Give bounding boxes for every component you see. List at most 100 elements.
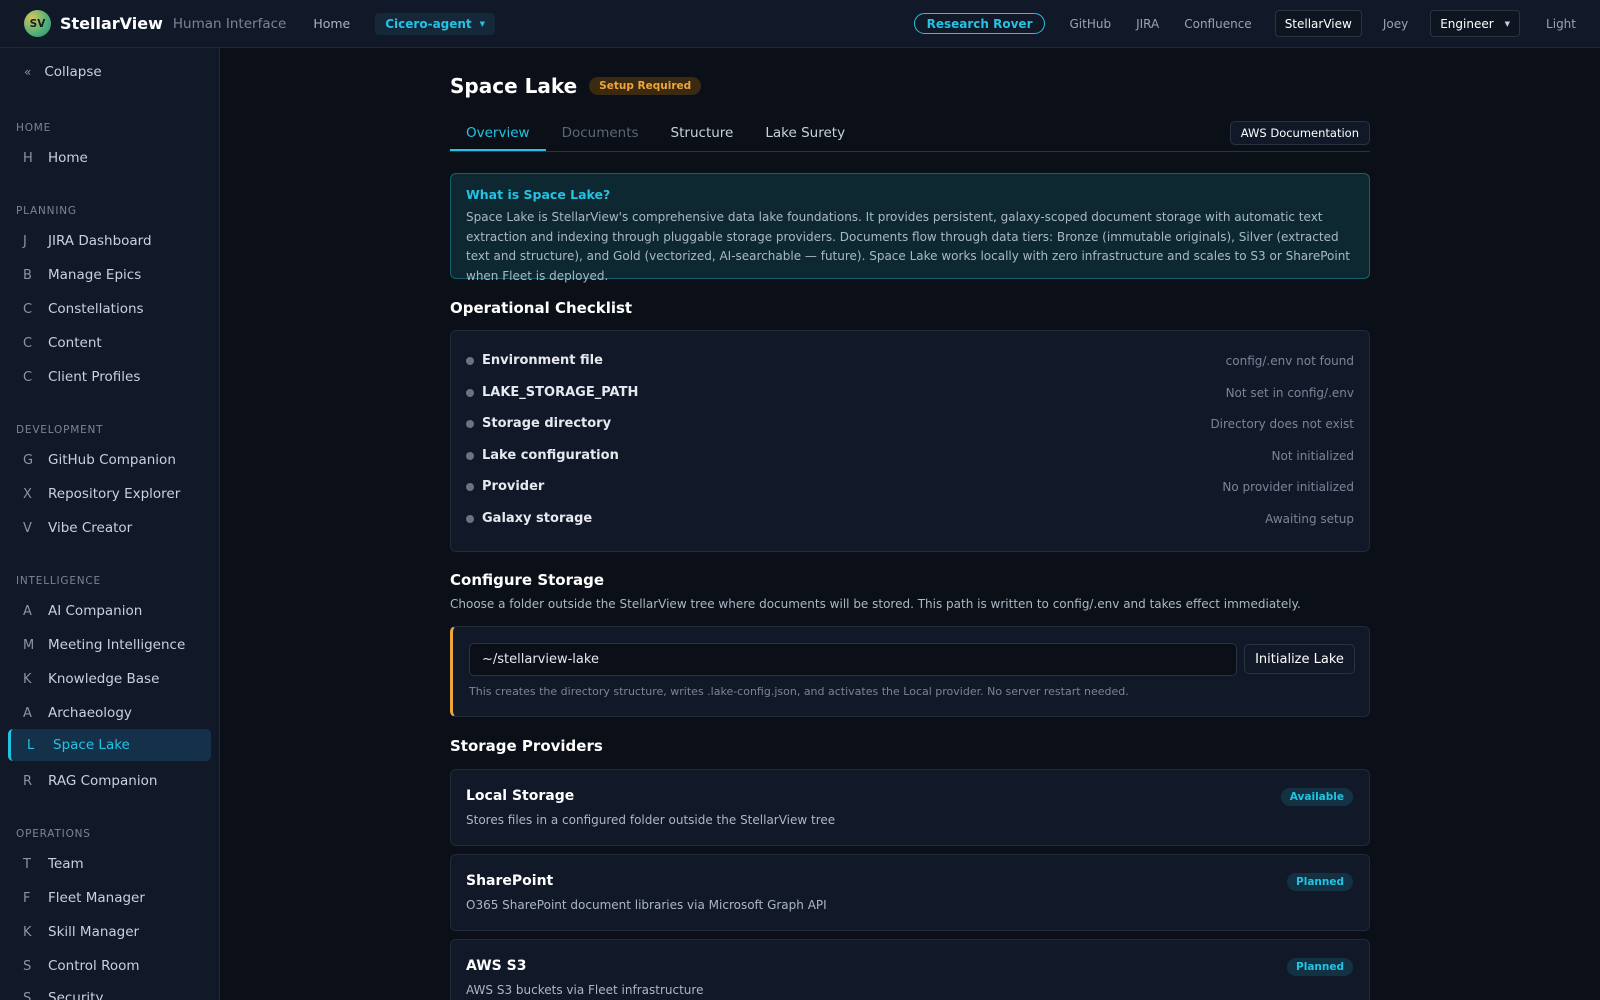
sidebar-item-label: Fleet Manager: [48, 890, 145, 906]
sidebar-item-letter: K: [23, 671, 32, 687]
checklist-label: Storage directory: [482, 416, 612, 431]
checklist-title: Operational Checklist: [450, 299, 633, 317]
confluence-link[interactable]: Confluence: [1184, 17, 1251, 31]
sidebar-item-letter: A: [23, 603, 32, 619]
sidebar-item-label: Home: [48, 150, 88, 166]
sidebar-item-letter: L: [27, 737, 35, 753]
sidebar-item-security[interactable]: S Security: [8, 982, 211, 1000]
sidebar-item-label: Meeting Intelligence: [48, 637, 186, 653]
section-planning-heading: PLANNING: [16, 205, 77, 217]
tab-lake-surety[interactable]: Lake Surety: [749, 125, 861, 151]
sidebar-item-content[interactable]: C Content: [8, 327, 211, 359]
collapse-button[interactable]: « Collapse: [24, 64, 102, 80]
sidebar-item-letter: G: [23, 452, 34, 468]
sidebar-item-label: Client Profiles: [48, 369, 141, 385]
configure-storage-title: Configure Storage: [450, 571, 605, 589]
initialize-lake-button[interactable]: Initialize Lake: [1244, 644, 1355, 674]
sidebar-item-label: JIRA Dashboard: [48, 233, 152, 249]
storage-path-input[interactable]: [469, 643, 1237, 676]
sidebar-item-letter: C: [23, 369, 33, 385]
sidebar-item-letter: C: [23, 301, 33, 317]
checklist-row: Storage directory Directory does not exi…: [466, 416, 1354, 431]
sidebar-item-fleet-manager[interactable]: F Fleet Manager: [8, 882, 211, 914]
sidebar-item-github-companion[interactable]: G GitHub Companion: [8, 444, 211, 476]
nav-home-link[interactable]: Home: [313, 16, 350, 31]
sidebar-item-label: AI Companion: [48, 603, 143, 619]
sidebar-item-letter: F: [23, 890, 31, 906]
aws-documentation-button[interactable]: AWS Documentation: [1229, 121, 1370, 145]
tab-overview[interactable]: Overview: [450, 125, 546, 151]
status-dot-icon: [466, 482, 474, 491]
agent-select-value: Cicero-agent: [385, 16, 472, 31]
agent-select[interactable]: Cicero-agent ▼: [375, 12, 496, 35]
sidebar-item-knowledge-base[interactable]: K Knowledge Base: [8, 663, 211, 695]
sidebar-item-letter: A: [23, 705, 32, 721]
provider-name: SharePoint: [466, 873, 554, 889]
brand-name: StellarView: [60, 14, 163, 33]
sidebar-item-repository-explorer[interactable]: X Repository Explorer: [8, 478, 211, 510]
checklist-label: Galaxy storage: [482, 511, 593, 526]
checklist-status: No provider initialized: [1222, 479, 1354, 494]
status-dot-icon: [466, 419, 474, 428]
github-link[interactable]: GitHub: [1069, 17, 1111, 31]
sidebar: « Collapse HOME H Home PLANNING J JIRA D…: [0, 48, 220, 1000]
sidebar-item-vibe-creator[interactable]: V Vibe Creator: [8, 512, 211, 544]
checklist-status: Not initialized: [1271, 448, 1354, 463]
status-dot-icon: [466, 388, 474, 397]
tab-documents[interactable]: Documents: [546, 125, 655, 151]
sidebar-item-jira-dashboard[interactable]: J JIRA Dashboard: [8, 225, 211, 257]
sidebar-item-ai-companion[interactable]: A AI Companion: [8, 595, 211, 627]
caret-down-icon: ▼: [479, 19, 486, 28]
sidebar-item-label: Security: [48, 990, 104, 1000]
brand[interactable]: SV StellarView Human Interface: [24, 10, 286, 37]
sidebar-item-constellations[interactable]: C Constellations: [8, 293, 211, 325]
sidebar-item-space-lake[interactable]: L Space Lake: [8, 729, 211, 761]
sidebar-item-letter: S: [23, 958, 32, 974]
sidebar-item-client-profiles[interactable]: C Client Profiles: [8, 361, 211, 393]
sidebar-item-label: GitHub Companion: [48, 452, 176, 468]
sidebar-item-letter: T: [23, 856, 31, 872]
checklist-label: Lake configuration: [482, 448, 619, 463]
provider-name: Local Storage: [466, 788, 575, 804]
page-title: Space Lake: [450, 74, 578, 98]
section-operations-heading: OPERATIONS: [16, 828, 91, 840]
sidebar-item-letter: B: [23, 267, 32, 283]
research-rover-button[interactable]: Research Rover: [913, 13, 1046, 34]
checklist-status: Awaiting setup: [1265, 511, 1354, 526]
provider-card-aws-s3: AWS S3 AWS S3 buckets via Fleet infrastr…: [450, 939, 1370, 1000]
title-row: Space Lake Setup Required: [450, 74, 702, 98]
sidebar-item-letter: R: [23, 773, 33, 789]
sidebar-item-control-room[interactable]: S Control Room: [8, 950, 211, 982]
sidebar-item-letter: S: [23, 990, 32, 1000]
sidebar-item-letter: V: [23, 520, 32, 536]
storage-providers-title: Storage Providers: [450, 737, 603, 755]
sidebar-item-skill-manager[interactable]: K Skill Manager: [8, 916, 211, 948]
checklist-status: Directory does not exist: [1210, 416, 1354, 431]
user-name[interactable]: Joey: [1383, 17, 1408, 31]
theme-toggle[interactable]: Light: [1546, 17, 1576, 31]
sidebar-item-meeting-intelligence[interactable]: M Meeting Intelligence: [8, 629, 211, 661]
sidebar-item-label: Space Lake: [53, 737, 130, 753]
sidebar-item-letter: M: [23, 637, 35, 653]
sidebar-item-label: RAG Companion: [48, 773, 158, 789]
sidebar-item-team[interactable]: T Team: [8, 848, 211, 880]
sidebar-item-home[interactable]: H Home: [8, 142, 211, 174]
sidebar-item-label: Repository Explorer: [48, 486, 181, 502]
brand-subtitle: Human Interface: [172, 15, 287, 32]
role-select[interactable]: Engineer ▼: [1430, 10, 1521, 37]
sidebar-item-label: Skill Manager: [48, 924, 140, 940]
checklist-row: Provider No provider initialized: [466, 479, 1354, 494]
provider-description: AWS S3 buckets via Fleet infrastructure: [466, 983, 704, 997]
sidebar-item-manage-epics[interactable]: B Manage Epics: [8, 259, 211, 291]
sidebar-item-archaeology[interactable]: A Archaeology: [8, 697, 211, 729]
sidebar-item-rag-companion[interactable]: R RAG Companion: [8, 765, 211, 797]
checklist-row: Galaxy storage Awaiting setup: [466, 511, 1354, 526]
jira-link[interactable]: JIRA: [1136, 17, 1159, 31]
sidebar-item-label: Constellations: [48, 301, 144, 317]
configure-note: This creates the directory structure, wr…: [469, 685, 1129, 698]
checklist-label: LAKE_STORAGE_PATH: [482, 385, 639, 400]
stellarview-app-button[interactable]: StellarView: [1274, 10, 1362, 37]
provider-card-sharepoint: SharePoint O365 SharePoint document libr…: [450, 854, 1370, 931]
provider-description: O365 SharePoint document libraries via M…: [466, 898, 827, 912]
tab-structure[interactable]: Structure: [655, 125, 750, 151]
